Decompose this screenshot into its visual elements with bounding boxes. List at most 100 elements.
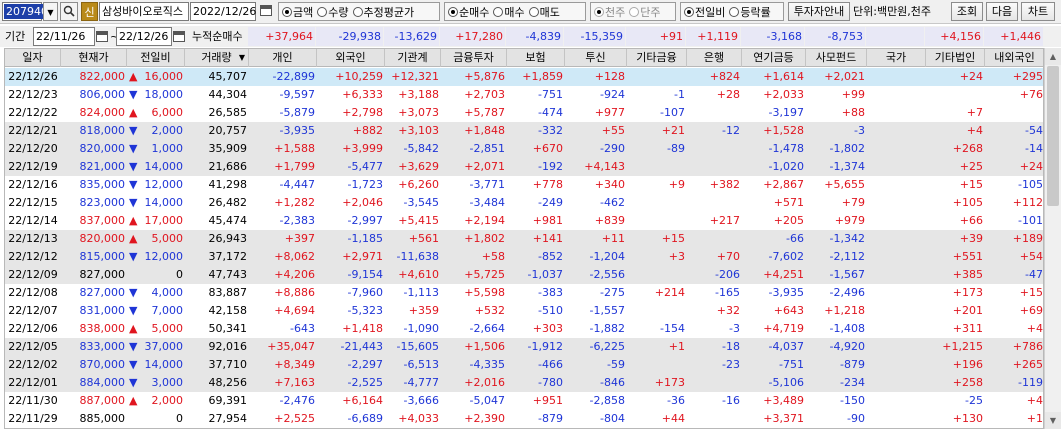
table-row[interactable]: 22/12/23 806,000 ▼ 18,000 44,304 -9,597 +6,333… (5, 86, 1043, 104)
column-header-bank[interactable]: 은행 (687, 49, 742, 67)
column-header-foreign[interactable]: 외국인 (317, 49, 385, 67)
cell-private-fund: -1,408 (829, 322, 865, 335)
cell-foreign: +1,418 (342, 322, 383, 335)
cell-trust: -846 (600, 376, 625, 389)
change-value: 12,000 (144, 178, 184, 191)
cell-financial-investment: +2,071 (464, 160, 505, 173)
radio-single-shares[interactable]: 단주 (629, 4, 661, 20)
period-from-input[interactable]: 22/11/26 (33, 27, 95, 46)
cell-volume: 26,585 (208, 106, 248, 119)
change-value: 12,000 (144, 250, 184, 263)
radio-quantity[interactable]: 수량 (317, 4, 349, 20)
cell-volume: 44,304 (208, 88, 248, 101)
column-header-other-finance[interactable]: 기타금융 (627, 49, 687, 67)
total-nation (866, 27, 924, 46)
cell-price: 820,000 (79, 232, 126, 245)
cell-institution: -15,605 (396, 340, 439, 353)
column-header-pension[interactable]: 연기금등 (742, 49, 806, 67)
radio-prev-day-change[interactable]: 전일비 (684, 4, 725, 20)
stock-name-field[interactable]: 삼성바이오로직스 (99, 2, 189, 21)
period-label: 기간 (5, 30, 26, 43)
investor-trading-table[interactable]: 일자현재가전일비거래량개인외국인기관계금융투자보험투신기타금융은행연기금등사모펀… (4, 48, 1044, 429)
column-header-price[interactable]: 현재가 (61, 49, 127, 67)
table-row[interactable]: 22/12/20 820,000 ▼ 1,000 35,909 +1,588 +3,999 -… (5, 140, 1043, 158)
table-row[interactable]: 22/11/30 887,000 ▲ 2,000 69,391 -2,476 +6,164 -… (5, 392, 1043, 410)
cell-other-finance: +1 (668, 340, 685, 353)
column-header-institution[interactable]: 기관계 (385, 49, 441, 67)
table-row[interactable]: 22/11/29 885,000 0 27,954 +2,525 -6,689 +4,033… (5, 410, 1043, 428)
query-button[interactable]: 조회 (951, 2, 983, 21)
table-row[interactable]: 22/12/09 827,000 0 47,743 +4,206 -9,154 +4,610… (5, 266, 1043, 284)
change-value: 18,000 (144, 88, 184, 101)
investor-guide-button[interactable]: 투자자안내 (788, 2, 850, 21)
vertical-scrollbar[interactable]: ▲ ▼ (1044, 48, 1061, 429)
cell-other-finance: -107 (660, 106, 685, 119)
cell-other-corp: +24 (959, 70, 983, 83)
scrollbar-thumb[interactable] (1047, 66, 1059, 206)
column-header-domestic-foreign[interactable]: 내외국인 (985, 49, 1043, 67)
radio-net-buy[interactable]: 순매수 (448, 4, 489, 20)
table-row[interactable]: 22/12/05 833,000 ▼ 37,000 92,016 +35,047 -21,4… (5, 338, 1043, 356)
stock-code-input[interactable]: 207940 (2, 2, 50, 21)
calendar-icon[interactable] (173, 31, 185, 42)
scroll-up-icon[interactable]: ▲ (1045, 48, 1061, 65)
chart-button[interactable]: 차트 (1021, 2, 1055, 21)
cell-trust: +977 (594, 106, 625, 119)
radio-change-rate[interactable]: 등락률 (729, 4, 771, 20)
table-row[interactable]: 22/12/22 824,000 ▲ 6,000 26,585 -5,879 +2,798 +… (5, 104, 1043, 122)
column-header-private-fund[interactable]: 사모펀드 (806, 49, 867, 67)
table-row[interactable]: 22/12/12 815,000 ▼ 12,000 37,172 +8,062 +2,971… (5, 248, 1043, 266)
table-row[interactable]: 22/12/14 837,000 ▲ 17,000 45,474 -2,383 -2,997… (5, 212, 1043, 230)
cell-date: 22/12/06 (8, 322, 58, 335)
cell-nation (867, 140, 926, 158)
radio-estimated-avg-price[interactable]: 추정평균가 (352, 4, 414, 20)
cell-pension: +571 (773, 196, 804, 209)
radio-amount[interactable]: 금액 (282, 4, 313, 20)
search-button[interactable] (60, 2, 78, 21)
table-row[interactable]: 22/12/26 822,000 ▲ 16,000 45,707 -22,899 +10,2… (5, 68, 1043, 86)
column-header-nation[interactable]: 국가 (867, 49, 926, 67)
column-header-volume[interactable]: 거래량 (185, 49, 249, 67)
column-header-change[interactable]: 전일비 (127, 49, 185, 67)
cell-volume: 37,710 (208, 358, 248, 371)
table-row[interactable]: 22/12/01 884,000 ▼ 3,000 48,256 +7,163 -2,525 -… (5, 374, 1043, 392)
scroll-down-icon[interactable]: ▼ (1045, 412, 1061, 429)
column-header-date[interactable]: 일자 (5, 49, 61, 67)
column-header-trust[interactable]: 투신 (565, 49, 627, 67)
column-header-individual[interactable]: 개인 (249, 49, 317, 67)
cell-institution: +561 (408, 232, 439, 245)
table-row[interactable]: 22/12/06 838,000 ▲ 5,000 50,341 -643 +1,418 -1,… (5, 320, 1043, 338)
calendar-icon[interactable] (96, 31, 108, 42)
column-header-other-corp[interactable]: 기타법인 (926, 49, 985, 67)
table-row[interactable]: 22/12/21 818,000 ▼ 2,000 20,757 -3,935 +882 +3,… (5, 122, 1043, 140)
cell-domestic-foreign: +4 (1026, 394, 1043, 407)
cell-other-corp: +15 (959, 178, 983, 191)
column-header-insurance[interactable]: 보험 (507, 49, 565, 67)
table-row[interactable]: 22/12/16 835,000 ▼ 12,000 41,298 -4,447 -1,723… (5, 176, 1043, 194)
table-row[interactable]: 22/12/19 821,000 ▼ 14,000 21,686 +1,799 -5,477… (5, 158, 1043, 176)
date-input[interactable]: 2022/12/26 (190, 2, 256, 21)
cell-domestic-foreign: +76 (1019, 88, 1043, 101)
cell-institution: +3,629 (398, 160, 439, 173)
period-to-input[interactable]: 22/12/26 (116, 27, 172, 46)
cell-change: ▼ 7,000 (127, 302, 185, 320)
next-button[interactable]: 다음 (986, 2, 1018, 21)
table-row[interactable]: 22/12/15 823,000 ▼ 14,000 26,482 +1,282 +2,046… (5, 194, 1043, 212)
cell-price: 824,000 (79, 106, 126, 119)
column-header-financial-investment[interactable]: 금융투자 (441, 49, 507, 67)
change-value: 2,000 (151, 124, 184, 137)
cell-other-finance (627, 194, 687, 212)
radio-thousand-shares[interactable]: 천주 (594, 4, 625, 20)
table-row[interactable]: 22/12/07 831,000 ▼ 7,000 42,158 +4,694 -5,323 +… (5, 302, 1043, 320)
table-row[interactable]: 22/12/08 827,000 ▼ 4,000 83,887 +8,886 -7,960 -… (5, 284, 1043, 302)
cell-financial-investment: -2,664 (469, 322, 505, 335)
code-dropdown-button[interactable]: ▼ (43, 2, 58, 21)
table-row[interactable]: 22/12/13 820,000 ▲ 5,000 26,943 +397 -1,185 +56… (5, 230, 1043, 248)
radio-buy[interactable]: 매수 (493, 4, 525, 20)
table-row[interactable]: 22/12/02 870,000 ▼ 14,000 37,710 +8,349 -2,297… (5, 356, 1043, 374)
cell-individual: -9,597 (279, 88, 315, 101)
cell-volume: 47,743 (208, 268, 248, 281)
cell-other-finance: -154 (660, 322, 685, 335)
radio-sell[interactable]: 매도 (528, 4, 560, 20)
date-picker-button[interactable] (258, 2, 274, 21)
